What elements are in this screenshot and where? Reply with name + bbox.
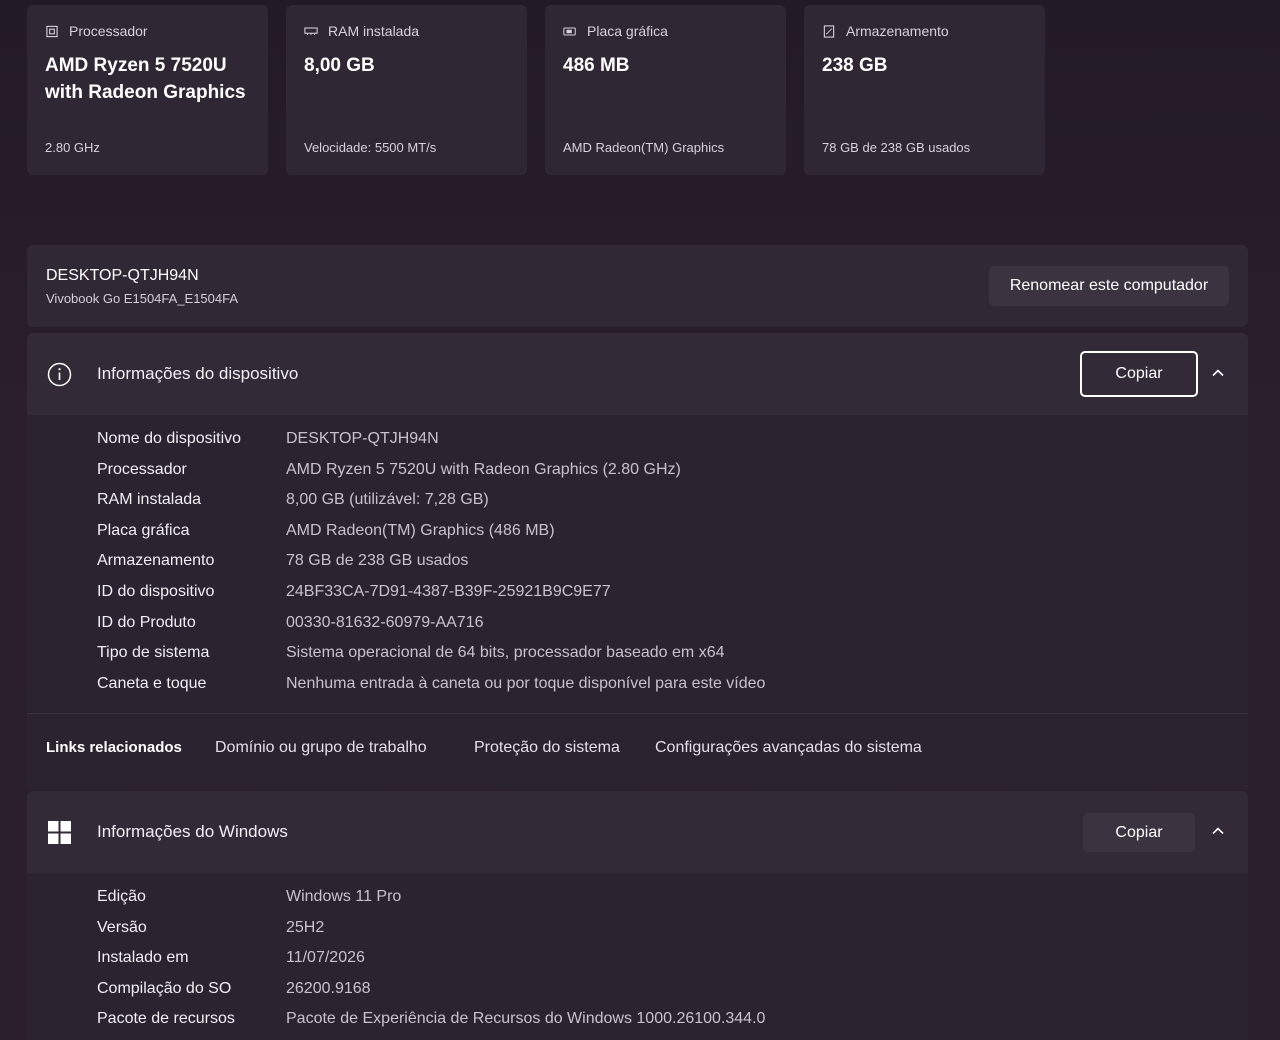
processor-card: Processador AMD Ryzen 5 7520U with Radeo… (27, 5, 268, 175)
row-value: 11/07/2026 (286, 949, 365, 966)
row-label: Compilação do SO (97, 980, 232, 997)
row-value: Nenhuma entrada à caneta ou por toque di… (286, 675, 766, 692)
row-value: AMD Ryzen 5 7520U with Radeon Graphics (… (286, 461, 681, 478)
row-value: Sistema operacional de 64 bits, processa… (286, 644, 725, 661)
link-advanced-settings[interactable]: Configurações avançadas do sistema (655, 739, 922, 757)
row-value: 26200.9168 (286, 980, 371, 997)
row-value: DESKTOP-QTJH94N (286, 430, 439, 447)
row-label: Processador (97, 461, 187, 478)
device-info-header[interactable]: Informações do dispositivo Copiar (27, 333, 1248, 415)
gpu-icon (563, 26, 576, 36)
device-info-body: Nome do dispositivo DESKTOP-QTJH94N Proc… (27, 415, 1248, 712)
row-value: 24BF33CA-7D91-4387-B39F-25921B9C9E77 (286, 583, 611, 600)
row-value: Windows 11 Pro (286, 888, 402, 905)
related-links-label: Links relacionados (46, 739, 182, 756)
spec-cards: Processador AMD Ryzen 5 7520U with Radeo… (27, 5, 1045, 175)
info-icon (47, 362, 72, 387)
row-label: RAM instalada (97, 491, 202, 508)
ram-card: RAM instalada 8,00 GB Velocidade: 5500 M… (286, 5, 527, 175)
cpu-icon (46, 25, 58, 37)
row-label: Pacote de recursos (97, 1010, 235, 1027)
card-sub: 78 GB de 238 GB usados (822, 140, 971, 155)
gpu-card: Placa gráfica 486 MB AMD Radeon(TM) Grap… (545, 5, 786, 175)
related-links: Links relacionados Domínio ou grupo de t… (27, 713, 1248, 789)
row-label: ID do dispositivo (97, 583, 215, 600)
ram-icon (304, 26, 318, 35)
row-value: 78 GB de 238 GB usados (286, 552, 469, 569)
link-system-protection[interactable]: Proteção do sistema (474, 739, 620, 757)
copy-device-info-button[interactable]: Copiar (1080, 351, 1198, 397)
computer-model: Vivobook Go E1504FA_E1504FA (46, 291, 239, 306)
card-sub: 2.80 GHz (45, 140, 100, 155)
card-sub: Velocidade: 5500 MT/s (304, 140, 437, 155)
card-sub: AMD Radeon(TM) Graphics (563, 140, 725, 155)
row-label: Tipo de sistema (97, 644, 210, 661)
row-label: Edição (97, 888, 146, 905)
chevron-up-icon[interactable] (1210, 823, 1226, 839)
chevron-up-icon[interactable] (1210, 365, 1226, 381)
row-label: Caneta e toque (97, 675, 207, 692)
card-label: RAM instalada (328, 23, 420, 39)
computer-name: DESKTOP-QTJH94N (46, 267, 199, 284)
row-value: 00330-81632-60979-AA716 (286, 614, 484, 631)
card-value: 486 MB (563, 55, 630, 76)
row-label: Versão (97, 919, 147, 936)
row-value: AMD Radeon(TM) Graphics (486 MB) (286, 522, 555, 539)
row-value: 25H2 (286, 919, 325, 936)
windows-info-body: Edição Windows 11 Pro Versão 25H2 Instal… (27, 873, 1248, 1040)
card-label: Processador (69, 23, 148, 39)
card-value: 238 GB (822, 55, 888, 76)
rename-computer-button[interactable]: Renomear este computador (989, 266, 1229, 306)
card-label: Placa gráfica (587, 23, 668, 39)
link-domain-workgroup[interactable]: Domínio ou grupo de trabalho (215, 739, 427, 757)
card-value: AMD Ryzen 5 7520U with Radeon Graphics (45, 55, 246, 103)
copy-windows-info-button[interactable]: Copiar (1083, 813, 1195, 852)
storage-icon (823, 24, 835, 38)
computer-name-panel: DESKTOP-QTJH94N Vivobook Go E1504FA_E150… (27, 245, 1248, 327)
windows-logo-icon (48, 821, 71, 844)
row-label: Armazenamento (97, 552, 215, 569)
row-label: Nome do dispositivo (97, 430, 242, 447)
row-value: 8,00 GB (utilizável: 7,28 GB) (286, 491, 489, 508)
card-label: Armazenamento (846, 23, 949, 39)
windows-info-header[interactable]: Informações do Windows Copiar (27, 791, 1248, 873)
row-label: ID do Produto (97, 614, 196, 631)
device-info-title: Informações do dispositivo (97, 364, 299, 383)
windows-info-title: Informações do Windows (97, 822, 288, 841)
row-label: Placa gráfica (97, 522, 190, 539)
row-label: Instalado em (97, 949, 189, 966)
storage-card: Armazenamento 238 GB 78 GB de 238 GB usa… (804, 5, 1045, 175)
card-value: 8,00 GB (304, 55, 375, 76)
row-value: Pacote de Experiência de Recursos do Win… (286, 1010, 766, 1027)
